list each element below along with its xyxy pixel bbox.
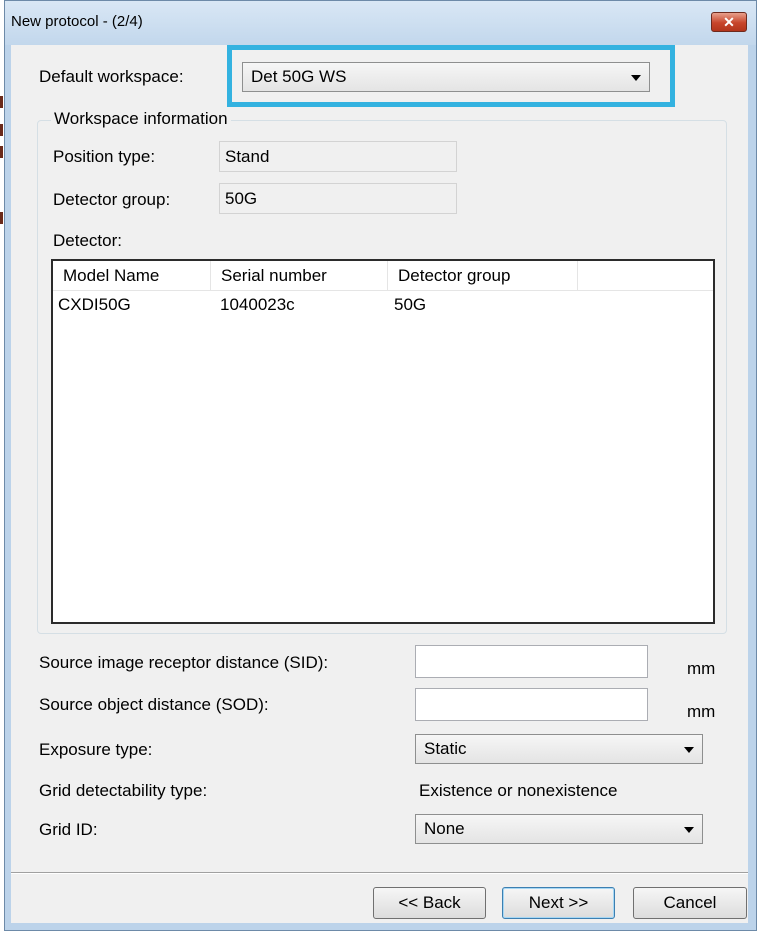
grid-id-value: None — [424, 819, 465, 838]
cell-model-name: CXDI50G — [58, 295, 131, 314]
grid-detectability-label: Grid detectability type: — [39, 781, 208, 800]
dialog-client: Default workspace: Det 50G WS Workspace … — [11, 45, 748, 923]
window-title: New protocol - (2/4) — [11, 13, 143, 30]
dialog-window: New protocol - (2/4) ✕ Default workspace… — [4, 0, 757, 931]
column-detector-group[interactable]: Detector group — [388, 261, 578, 290]
divider-highlight — [11, 873, 748, 874]
chevron-down-icon — [684, 747, 694, 753]
detector-group-field: 50G — [219, 183, 457, 214]
exposure-type-value: Static — [424, 739, 467, 758]
close-button[interactable]: ✕ — [711, 12, 747, 32]
sod-input[interactable] — [415, 688, 648, 721]
sod-label: Source object distance (SOD): — [39, 695, 269, 714]
position-type-field: Stand — [219, 141, 457, 172]
position-type-value: Stand — [225, 146, 270, 166]
next-button[interactable]: Next >> — [502, 887, 615, 919]
focus-highlight — [227, 45, 675, 107]
sid-input[interactable] — [415, 645, 648, 678]
column-model-name[interactable]: Model Name — [53, 261, 211, 290]
grid-detectability-value: Existence or nonexistence — [419, 781, 618, 800]
cell-serial-number: 1040023c — [220, 295, 295, 314]
detector-group-label: Detector group: — [53, 190, 171, 209]
grid-id-select[interactable]: None — [415, 814, 703, 844]
default-workspace-label: Default workspace: — [39, 67, 184, 86]
cancel-button[interactable]: Cancel — [633, 887, 747, 919]
sid-unit: mm — [687, 659, 716, 678]
sod-unit: mm — [687, 702, 716, 721]
workspace-info-title: Workspace information — [51, 109, 231, 129]
exposure-type-select[interactable]: Static — [415, 734, 703, 764]
cell-detector-group: 50G — [394, 295, 427, 314]
detector-label: Detector: — [53, 231, 122, 250]
back-button[interactable]: << Back — [373, 887, 486, 919]
detector-list-header: Model Name Serial number Detector group — [53, 261, 713, 291]
sid-label: Source image receptor distance (SID): — [39, 653, 329, 672]
column-serial-number[interactable]: Serial number — [211, 261, 388, 290]
grid-id-label: Grid ID: — [39, 820, 98, 839]
close-icon: ✕ — [723, 14, 735, 30]
exposure-type-label: Exposure type: — [39, 740, 153, 759]
position-type-label: Position type: — [53, 147, 156, 166]
title-bar[interactable]: New protocol - (2/4) ✕ — [5, 1, 756, 45]
detector-list[interactable]: Model Name Serial number Detector group … — [51, 259, 715, 624]
chevron-down-icon — [684, 827, 694, 833]
detector-group-value: 50G — [225, 188, 258, 208]
